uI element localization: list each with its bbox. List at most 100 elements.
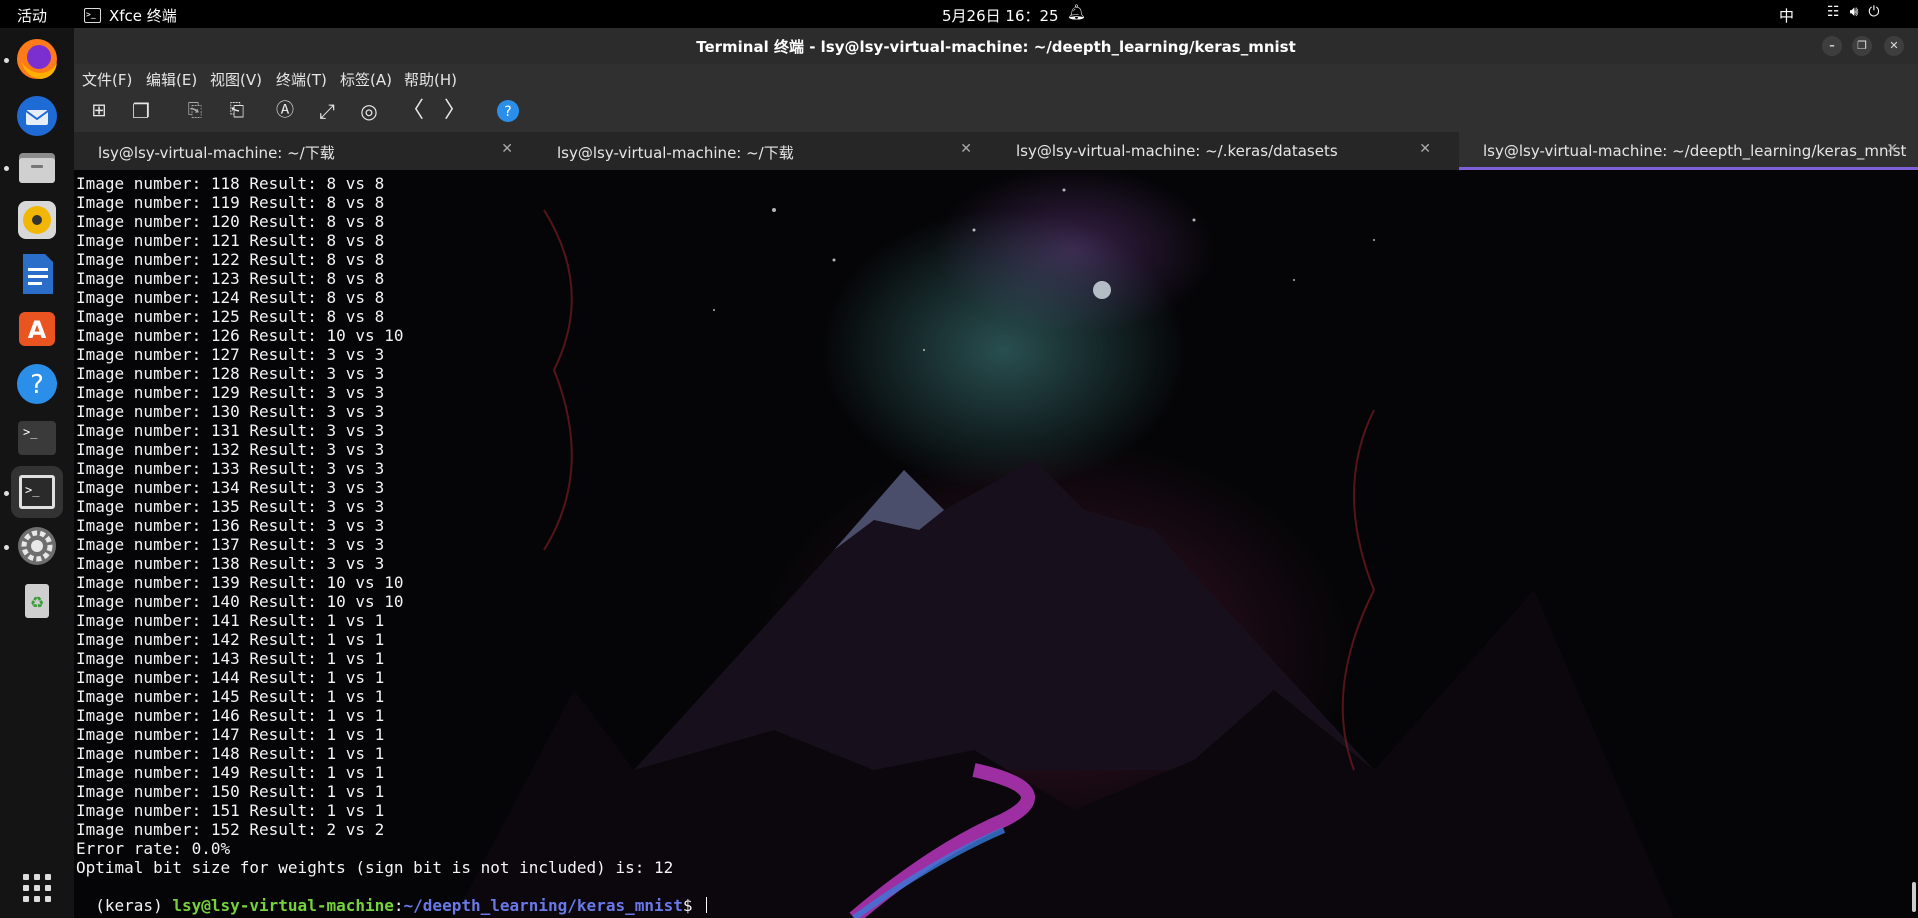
dock-xfce-terminal[interactable]: >_ xyxy=(11,466,63,518)
power-icon: ⏻ xyxy=(1868,4,1880,20)
running-indicator xyxy=(4,166,9,171)
copy-icon[interactable]: ⎘ xyxy=(180,96,210,126)
terminal-line: Error rate: 0.0% xyxy=(76,839,231,858)
new-window-icon[interactable]: ❐ xyxy=(126,96,156,126)
terminal-line: Image number: 152 Result: 2 vs 2 xyxy=(76,820,385,839)
menu-edit[interactable]: 编辑(E) xyxy=(146,69,197,90)
dock-software[interactable]: A xyxy=(11,302,63,354)
close-tab-icon[interactable]: ✕ xyxy=(960,141,972,157)
new-tab-icon[interactable]: ⊞ xyxy=(84,96,114,126)
terminal-line: Image number: 126 Result: 10 vs 10 xyxy=(76,326,404,345)
svg-text:A: A xyxy=(28,316,47,344)
title-bar[interactable]: Terminal 终端 - lsy@lsy-virtual-machine: ~… xyxy=(74,28,1918,64)
terminal-area[interactable]: Image number: 118 Result: 8 vs 8 Image nu… xyxy=(74,170,1918,918)
tab-label: lsy@lsy-virtual-machine: ~/deepth_learni… xyxy=(1483,142,1907,160)
menu-file[interactable]: 文件(F) xyxy=(82,69,132,90)
tab-bar: lsy@lsy-virtual-machine: ~/下载 ✕ lsy@lsy-… xyxy=(74,132,1918,170)
terminal-line: Image number: 124 Result: 8 vs 8 xyxy=(76,288,385,307)
dock-settings[interactable] xyxy=(11,520,63,572)
terminal-line: Image number: 143 Result: 1 vs 1 xyxy=(76,649,385,668)
menu-tabs[interactable]: 标签(A) xyxy=(340,69,392,90)
preferences-icon[interactable]: ◎ xyxy=(354,96,384,126)
next-tab-icon[interactable]: 〉 xyxy=(440,96,470,126)
terminal-icon: >_ xyxy=(19,475,55,509)
terminal-line: Image number: 120 Result: 8 vs 8 xyxy=(76,212,385,231)
close-button[interactable]: ✕ xyxy=(1884,36,1904,56)
tab-keras-datasets[interactable]: lsy@lsy-virtual-machine: ~/.keras/datase… xyxy=(992,132,1451,170)
dock-writer[interactable] xyxy=(11,248,63,300)
svg-text:>_: >_ xyxy=(23,425,38,439)
minimize-button[interactable]: – xyxy=(1822,36,1842,56)
terminal-line: Image number: 128 Result: 3 vs 3 xyxy=(76,364,385,383)
search-icon[interactable]: Ⓐ xyxy=(270,96,300,126)
terminal-line: Image number: 140 Result: 10 vs 10 xyxy=(76,592,404,611)
dock-app-grid[interactable] xyxy=(11,862,63,914)
clock[interactable]: 5月26日 16：25 xyxy=(942,5,1059,26)
menu-terminal[interactable]: 终端(T) xyxy=(276,69,327,90)
thunderbird-icon xyxy=(17,96,57,136)
terminal-line: Image number: 134 Result: 3 vs 3 xyxy=(76,478,385,497)
terminal-line: Image number: 125 Result: 8 vs 8 xyxy=(76,307,385,326)
dock-files[interactable] xyxy=(11,141,63,193)
previous-tab-icon[interactable]: 〈 xyxy=(398,96,428,126)
scrollbar[interactable] xyxy=(1912,882,1916,912)
close-tab-icon[interactable]: ✕ xyxy=(1419,141,1431,157)
dock-terminal[interactable]: >_ xyxy=(11,412,63,464)
terminal-line: Image number: 145 Result: 1 vs 1 xyxy=(76,687,385,706)
prompt-user-host: lsy@lsy-virtual-machine xyxy=(172,896,394,915)
text-cursor xyxy=(706,897,708,913)
system-tray[interactable]: ☷ 🔊︎ ⏻ xyxy=(1827,4,1879,20)
terminal-line: Image number: 138 Result: 3 vs 3 xyxy=(76,554,385,573)
terminal-line: Image number: 118 Result: 8 vs 8 xyxy=(76,174,385,193)
dock-rhythmbox[interactable] xyxy=(11,194,63,246)
volume-icon: 🔊︎ xyxy=(1849,4,1859,20)
settings-icon xyxy=(18,527,56,565)
close-tab-icon[interactable]: ✕ xyxy=(501,141,513,157)
top-bar: 活动 >_ Xfce 终端 5月26日 16：25 🔔︎ 中 ☷ 🔊︎ ⏻ xyxy=(0,0,1918,28)
terminal-line: Image number: 148 Result: 1 vs 1 xyxy=(76,744,385,763)
terminal-line: Image number: 150 Result: 1 vs 1 xyxy=(76,782,385,801)
app-name: Xfce 终端 xyxy=(109,7,177,25)
paste-icon[interactable]: ⎗ xyxy=(222,96,252,126)
svg-text:?: ? xyxy=(504,104,511,120)
svg-text:?: ? xyxy=(30,370,44,400)
terminal-line: Image number: 131 Result: 3 vs 3 xyxy=(76,421,385,440)
terminal-line: Image number: 146 Result: 1 vs 1 xyxy=(76,706,385,725)
svg-text:>_: >_ xyxy=(25,483,40,497)
fullscreen-icon[interactable]: ⤢ xyxy=(312,96,342,126)
terminal-line: Image number: 130 Result: 3 vs 3 xyxy=(76,402,385,421)
menu-help[interactable]: 帮助(H) xyxy=(404,69,457,90)
terminal-line: Image number: 136 Result: 3 vs 3 xyxy=(76,516,385,535)
activities-button[interactable]: 活动 xyxy=(17,5,47,26)
rhythmbox-icon xyxy=(18,201,56,239)
tab-downloads-2[interactable]: lsy@lsy-virtual-machine: ~/下载 ✕ xyxy=(533,132,992,170)
terminal-output: Image number: 118 Result: 8 vs 8 Image nu… xyxy=(74,170,1918,915)
trash-icon: ♻ xyxy=(25,584,49,618)
dock-firefox[interactable] xyxy=(11,33,63,85)
terminal-icon: >_ xyxy=(84,8,101,23)
terminal-line: Image number: 137 Result: 3 vs 3 xyxy=(76,535,385,554)
dock-thunderbird[interactable] xyxy=(11,90,63,142)
running-indicator xyxy=(4,491,9,496)
terminal-window: Terminal 终端 - lsy@lsy-virtual-machine: ~… xyxy=(74,28,1918,918)
terminal-line: Image number: 119 Result: 8 vs 8 xyxy=(76,193,385,212)
app-menu[interactable]: >_ Xfce 终端 xyxy=(84,5,177,26)
terminal-icon: >_ xyxy=(18,421,56,455)
terminal-line: Image number: 139 Result: 10 vs 10 xyxy=(76,573,404,592)
terminal-line: Image number: 142 Result: 1 vs 1 xyxy=(76,630,385,649)
help-icon[interactable]: ? xyxy=(493,96,523,126)
app-grid-icon xyxy=(23,874,51,902)
terminal-line: Image number: 127 Result: 3 vs 3 xyxy=(76,345,385,364)
network-icon: ☷ xyxy=(1827,4,1840,20)
tab-downloads-1[interactable]: lsy@lsy-virtual-machine: ~/下载 ✕ xyxy=(74,132,533,170)
menu-view[interactable]: 视图(V) xyxy=(210,69,262,90)
close-tab-icon[interactable]: ✕ xyxy=(1886,141,1898,157)
terminal-line: Image number: 141 Result: 1 vs 1 xyxy=(76,611,385,630)
input-method-indicator[interactable]: 中 xyxy=(1779,5,1794,26)
tab-keras-mnist[interactable]: lsy@lsy-virtual-machine: ~/deepth_learni… xyxy=(1459,132,1918,170)
terminal-line: Image number: 144 Result: 1 vs 1 xyxy=(76,668,385,687)
maximize-button[interactable]: ❐ xyxy=(1852,36,1872,56)
dock: A ? >_ >_ ♻ xyxy=(0,28,74,918)
dock-help[interactable]: ? xyxy=(11,358,63,410)
dock-trash[interactable]: ♻ xyxy=(11,574,63,626)
